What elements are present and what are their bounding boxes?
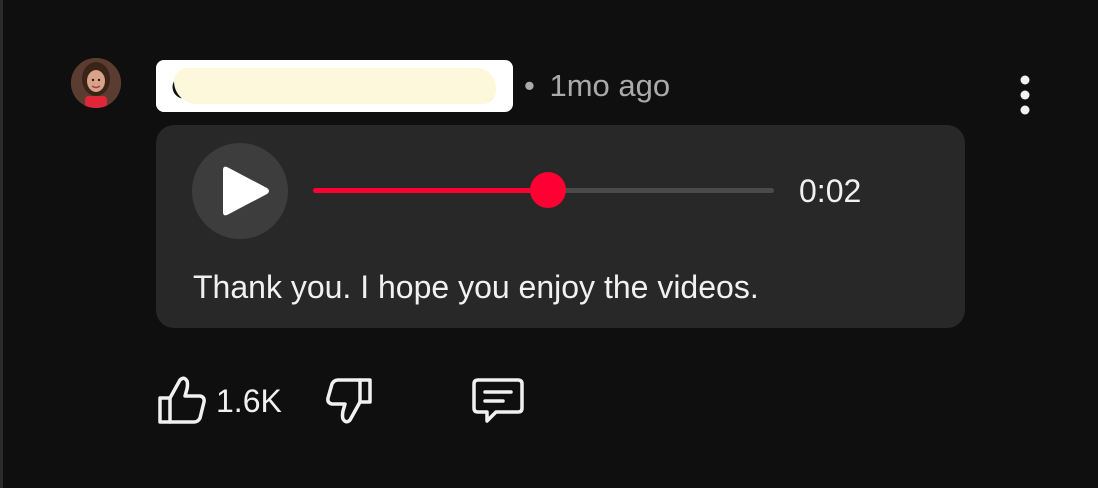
avatar[interactable] — [71, 58, 121, 108]
transcript-text: Thank you. I hope you enjoy the videos. — [193, 269, 759, 305]
vertical-ellipsis-icon — [1020, 75, 1030, 115]
author-handle[interactable] — [156, 60, 513, 112]
play-button[interactable] — [192, 143, 288, 239]
progress-fill — [313, 188, 549, 193]
redaction-mark — [174, 68, 496, 104]
dislike-button[interactable] — [320, 372, 380, 428]
progress-thumb[interactable] — [530, 172, 567, 208]
panel-edge — [0, 0, 3, 488]
avatar-photo — [71, 58, 121, 108]
playback-time: 0:02 — [799, 173, 862, 209]
thumbs-up-icon — [158, 376, 206, 424]
timestamp: 1mo ago — [549, 68, 671, 103]
comment-meta: • 1mo ago — [524, 66, 670, 106]
progress-track[interactable] — [313, 172, 774, 208]
reply-button[interactable] — [466, 372, 528, 430]
like-count: 1.6K — [216, 383, 282, 419]
play-icon — [223, 166, 269, 216]
more-options-button[interactable] — [1008, 74, 1042, 116]
voice-reply-card: 0:02 Thank you. I hope you enjoy the vid… — [156, 125, 965, 328]
meta-separator: • — [524, 68, 535, 103]
thumbs-down-icon — [326, 378, 372, 424]
comment-icon — [472, 378, 524, 423]
like-button[interactable] — [152, 372, 212, 428]
